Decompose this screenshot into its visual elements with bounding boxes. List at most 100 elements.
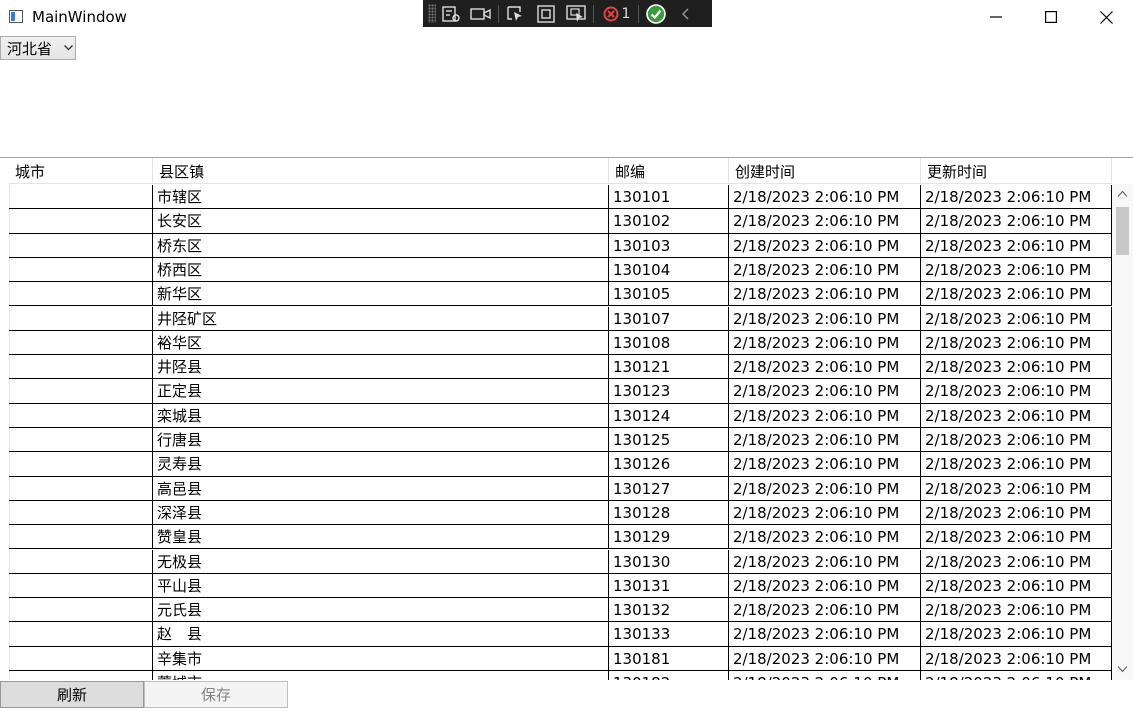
table-row[interactable]: 市辖区 130101 2/18/2023 2:06:10 PM 2/18/2023 2… (0, 185, 1112, 210)
cell-district[interactable]: 赵 县 (153, 622, 609, 647)
cell-created[interactable]: 2/18/2023 2:06:10 PM (729, 428, 921, 453)
cell-updated[interactable]: 2/18/2023 2:06:10 PM (921, 306, 1112, 331)
cell-updated[interactable]: 2/18/2023 2:06:10 PM (921, 233, 1112, 258)
cell-updated[interactable]: 2/18/2023 2:06:10 PM (921, 622, 1112, 647)
cell-district[interactable]: 新华区 (153, 282, 609, 307)
cell-district[interactable]: 栾城县 (153, 403, 609, 428)
province-combobox[interactable]: 河北省 (0, 36, 76, 60)
cell-updated[interactable]: 2/18/2023 2:06:10 PM (921, 500, 1112, 526)
cell-updated[interactable]: 2/18/2023 2:06:10 PM (921, 476, 1112, 501)
cell-updated[interactable]: 2/18/2023 2:06:10 PM (921, 525, 1112, 550)
cell-district[interactable]: 平山县 (153, 573, 609, 599)
column-header-city[interactable]: 城市 (9, 158, 153, 184)
table-row[interactable]: 高邑县 130127 2/18/2023 2:06:10 PM 2/18/2023 2… (0, 476, 1112, 501)
cell-city[interactable] (9, 379, 153, 404)
table-row[interactable]: 元氏县 130132 2/18/2023 2:06:10 PM 2/18/2023 2… (0, 598, 1112, 623)
cell-district[interactable]: 赞皇县 (153, 525, 609, 550)
display-layout-adorners-icon[interactable] (531, 0, 561, 27)
cell-updated[interactable]: 2/18/2023 2:06:10 PM (921, 598, 1112, 623)
cell-created[interactable]: 2/18/2023 2:06:10 PM (729, 306, 921, 331)
cell-created[interactable]: 2/18/2023 2:06:10 PM (729, 622, 921, 647)
district-datagrid[interactable]: 城市 县区镇 邮编 创建时间 更新时间 市辖区 130101 2/18/2023 2… (0, 157, 1133, 680)
cell-city[interactable] (9, 646, 153, 671)
cell-updated[interactable]: 2/18/2023 2:06:10 PM (921, 403, 1112, 428)
cell-district[interactable]: 高邑县 (153, 476, 609, 501)
cell-zip[interactable]: 130108 (609, 330, 729, 356)
cell-zip[interactable]: 130121 (609, 355, 729, 380)
live-visual-tree-icon[interactable] (436, 0, 466, 27)
cell-updated[interactable]: 2/18/2023 2:06:10 PM (921, 671, 1112, 680)
cell-city[interactable] (9, 233, 153, 258)
cell-city[interactable] (9, 476, 153, 501)
cell-zip[interactable]: 130127 (609, 476, 729, 501)
cell-zip[interactable]: 130104 (609, 257, 729, 283)
cell-updated[interactable]: 2/18/2023 2:06:10 PM (921, 330, 1112, 356)
table-row[interactable]: 平山县 130131 2/18/2023 2:06:10 PM 2/18/2023 2… (0, 573, 1112, 599)
table-row[interactable]: 赵 县 130133 2/18/2023 2:06:10 PM 2/18/2023 2… (0, 622, 1112, 647)
cell-updated[interactable]: 2/18/2023 2:06:10 PM (921, 355, 1112, 380)
cell-zip[interactable]: 130125 (609, 428, 729, 453)
cell-created[interactable]: 2/18/2023 2:06:10 PM (729, 403, 921, 428)
cell-zip[interactable]: 130123 (609, 379, 729, 404)
table-row[interactable]: 正定县 130123 2/18/2023 2:06:10 PM 2/18/2023 2… (0, 379, 1112, 404)
cell-created[interactable]: 2/18/2023 2:06:10 PM (729, 646, 921, 671)
cell-updated[interactable]: 2/18/2023 2:06:10 PM (921, 428, 1112, 453)
cell-updated[interactable]: 2/18/2023 2:06:10 PM (921, 452, 1112, 477)
cell-city[interactable] (9, 330, 153, 356)
cell-created[interactable]: 2/18/2023 2:06:10 PM (729, 671, 921, 680)
cell-updated[interactable]: 2/18/2023 2:06:10 PM (921, 549, 1112, 574)
cell-city[interactable] (9, 525, 153, 550)
table-row[interactable]: 井陉县 130121 2/18/2023 2:06:10 PM 2/18/2023 2… (0, 355, 1112, 380)
cell-zip[interactable]: 130132 (609, 598, 729, 623)
cell-created[interactable]: 2/18/2023 2:06:10 PM (729, 233, 921, 258)
cell-city[interactable] (9, 306, 153, 331)
cell-updated[interactable]: 2/18/2023 2:06:10 PM (921, 646, 1112, 671)
scroll-up-icon[interactable] (1117, 190, 1128, 198)
select-element-icon[interactable] (501, 0, 531, 27)
table-row[interactable]: 藁城市1301822/18/2023 2:06:10 PM2/18/2023 2… (0, 671, 1112, 680)
cell-city[interactable] (9, 257, 153, 283)
cell-city[interactable] (9, 500, 153, 526)
cell-updated[interactable]: 2/18/2023 2:06:10 PM (921, 209, 1112, 234)
table-row[interactable]: 井陉矿区 130107 2/18/2023 2:06:10 PM 2/18/2023 … (0, 306, 1112, 331)
cell-created[interactable]: 2/18/2023 2:06:10 PM (729, 500, 921, 526)
table-row[interactable]: 裕华区 130108 2/18/2023 2:06:10 PM 2/18/2023 2… (0, 330, 1112, 356)
toolbar-grip-icon[interactable] (428, 4, 436, 23)
cell-district[interactable]: 市辖区 (153, 185, 609, 210)
cell-city[interactable] (9, 282, 153, 307)
column-header-updated[interactable]: 更新时间 (921, 158, 1112, 184)
cell-created[interactable]: 2/18/2023 2:06:10 PM (729, 355, 921, 380)
table-row[interactable]: 新华区 130105 2/18/2023 2:06:10 PM 2/18/2023 2… (0, 282, 1112, 307)
cell-created[interactable]: 2/18/2023 2:06:10 PM (729, 209, 921, 234)
cell-updated[interactable]: 2/18/2023 2:06:10 PM (921, 185, 1112, 210)
cell-zip[interactable]: 130124 (609, 403, 729, 428)
cell-created[interactable]: 2/18/2023 2:06:10 PM (729, 330, 921, 356)
save-button[interactable]: 保存 (144, 681, 288, 708)
cell-district[interactable]: 辛集市 (153, 646, 609, 671)
binding-failures-icon[interactable]: 1 (596, 0, 636, 27)
table-row[interactable]: 行唐县 130125 2/18/2023 2:06:10 PM 2/18/2023 2… (0, 428, 1112, 453)
cell-city[interactable] (9, 185, 153, 210)
table-row[interactable]: 栾城县 130124 2/18/2023 2:06:10 PM 2/18/2023 2… (0, 403, 1112, 428)
cell-district[interactable]: 长安区 (153, 209, 609, 234)
cell-city[interactable] (9, 403, 153, 428)
cell-city[interactable] (9, 209, 153, 234)
cell-district[interactable]: 无极县 (153, 549, 609, 574)
close-button[interactable] (1078, 0, 1133, 34)
track-focus-icon[interactable] (561, 0, 591, 27)
cell-district[interactable]: 正定县 (153, 379, 609, 404)
cell-zip[interactable]: 130182 (609, 671, 729, 680)
cell-city[interactable] (9, 549, 153, 574)
table-row[interactable]: 长安区 130102 2/18/2023 2:06:10 PM 2/18/2023 2… (0, 209, 1112, 234)
table-row[interactable]: 桥东区 130103 2/18/2023 2:06:10 PM 2/18/2023 2… (0, 233, 1112, 258)
scrollbar-thumb[interactable] (1116, 207, 1129, 255)
cell-district[interactable]: 元氏县 (153, 598, 609, 623)
column-header-zip[interactable]: 邮编 (609, 158, 729, 184)
cell-zip[interactable]: 130133 (609, 622, 729, 647)
camera-icon[interactable] (466, 0, 496, 27)
cell-city[interactable] (9, 622, 153, 647)
table-row[interactable]: 深泽县 130128 2/18/2023 2:06:10 PM 2/18/2023 2… (0, 500, 1112, 526)
cell-district[interactable]: 藁城市 (153, 671, 609, 680)
cell-zip[interactable]: 130181 (609, 646, 729, 671)
cell-created[interactable]: 2/18/2023 2:06:10 PM (729, 598, 921, 623)
